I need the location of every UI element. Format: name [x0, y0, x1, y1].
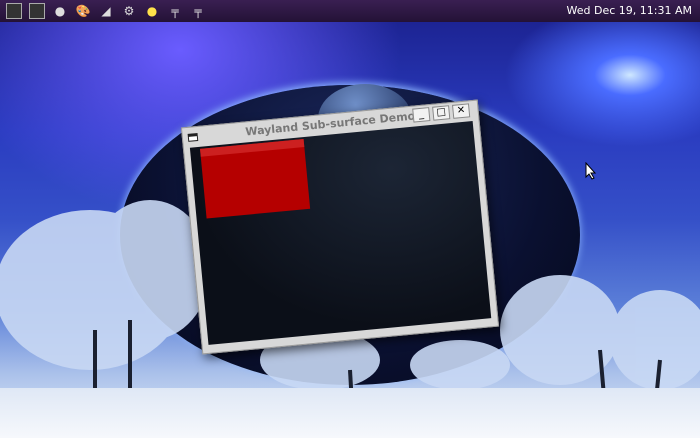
sun-icon[interactable]: ● [144, 3, 160, 19]
terminal-icon[interactable] [29, 3, 45, 19]
minimize-button[interactable]: _ [412, 107, 431, 123]
flower-icon[interactable]: ● [52, 3, 68, 19]
resize-icon[interactable]: ╤ [167, 3, 183, 19]
gear-icon[interactable]: ⚙ [121, 3, 137, 19]
maximize-button[interactable]: □ [432, 105, 451, 121]
terminal-icon[interactable] [6, 3, 22, 19]
mouse-cursor-icon [585, 162, 597, 180]
close-button[interactable]: ✕ [452, 103, 471, 119]
smoke-icon[interactable]: ◢ [98, 3, 114, 19]
clock: Wed Dec 19, 11:31 AM [566, 4, 692, 17]
paint-palette-icon[interactable]: 🎨 [75, 3, 91, 19]
window-content[interactable] [189, 121, 492, 345]
wallpaper-snow [0, 388, 700, 438]
red-subsurface [200, 139, 311, 219]
resize-icon[interactable]: ╤ [190, 3, 206, 19]
top-panel: ● 🎨 ◢ ⚙ ● ╤ ╤ Wed Dec 19, 11:31 AM [0, 0, 700, 22]
subsurface-demo-window[interactable]: Wayland Sub-surface Demo _ □ ✕ [180, 99, 500, 355]
